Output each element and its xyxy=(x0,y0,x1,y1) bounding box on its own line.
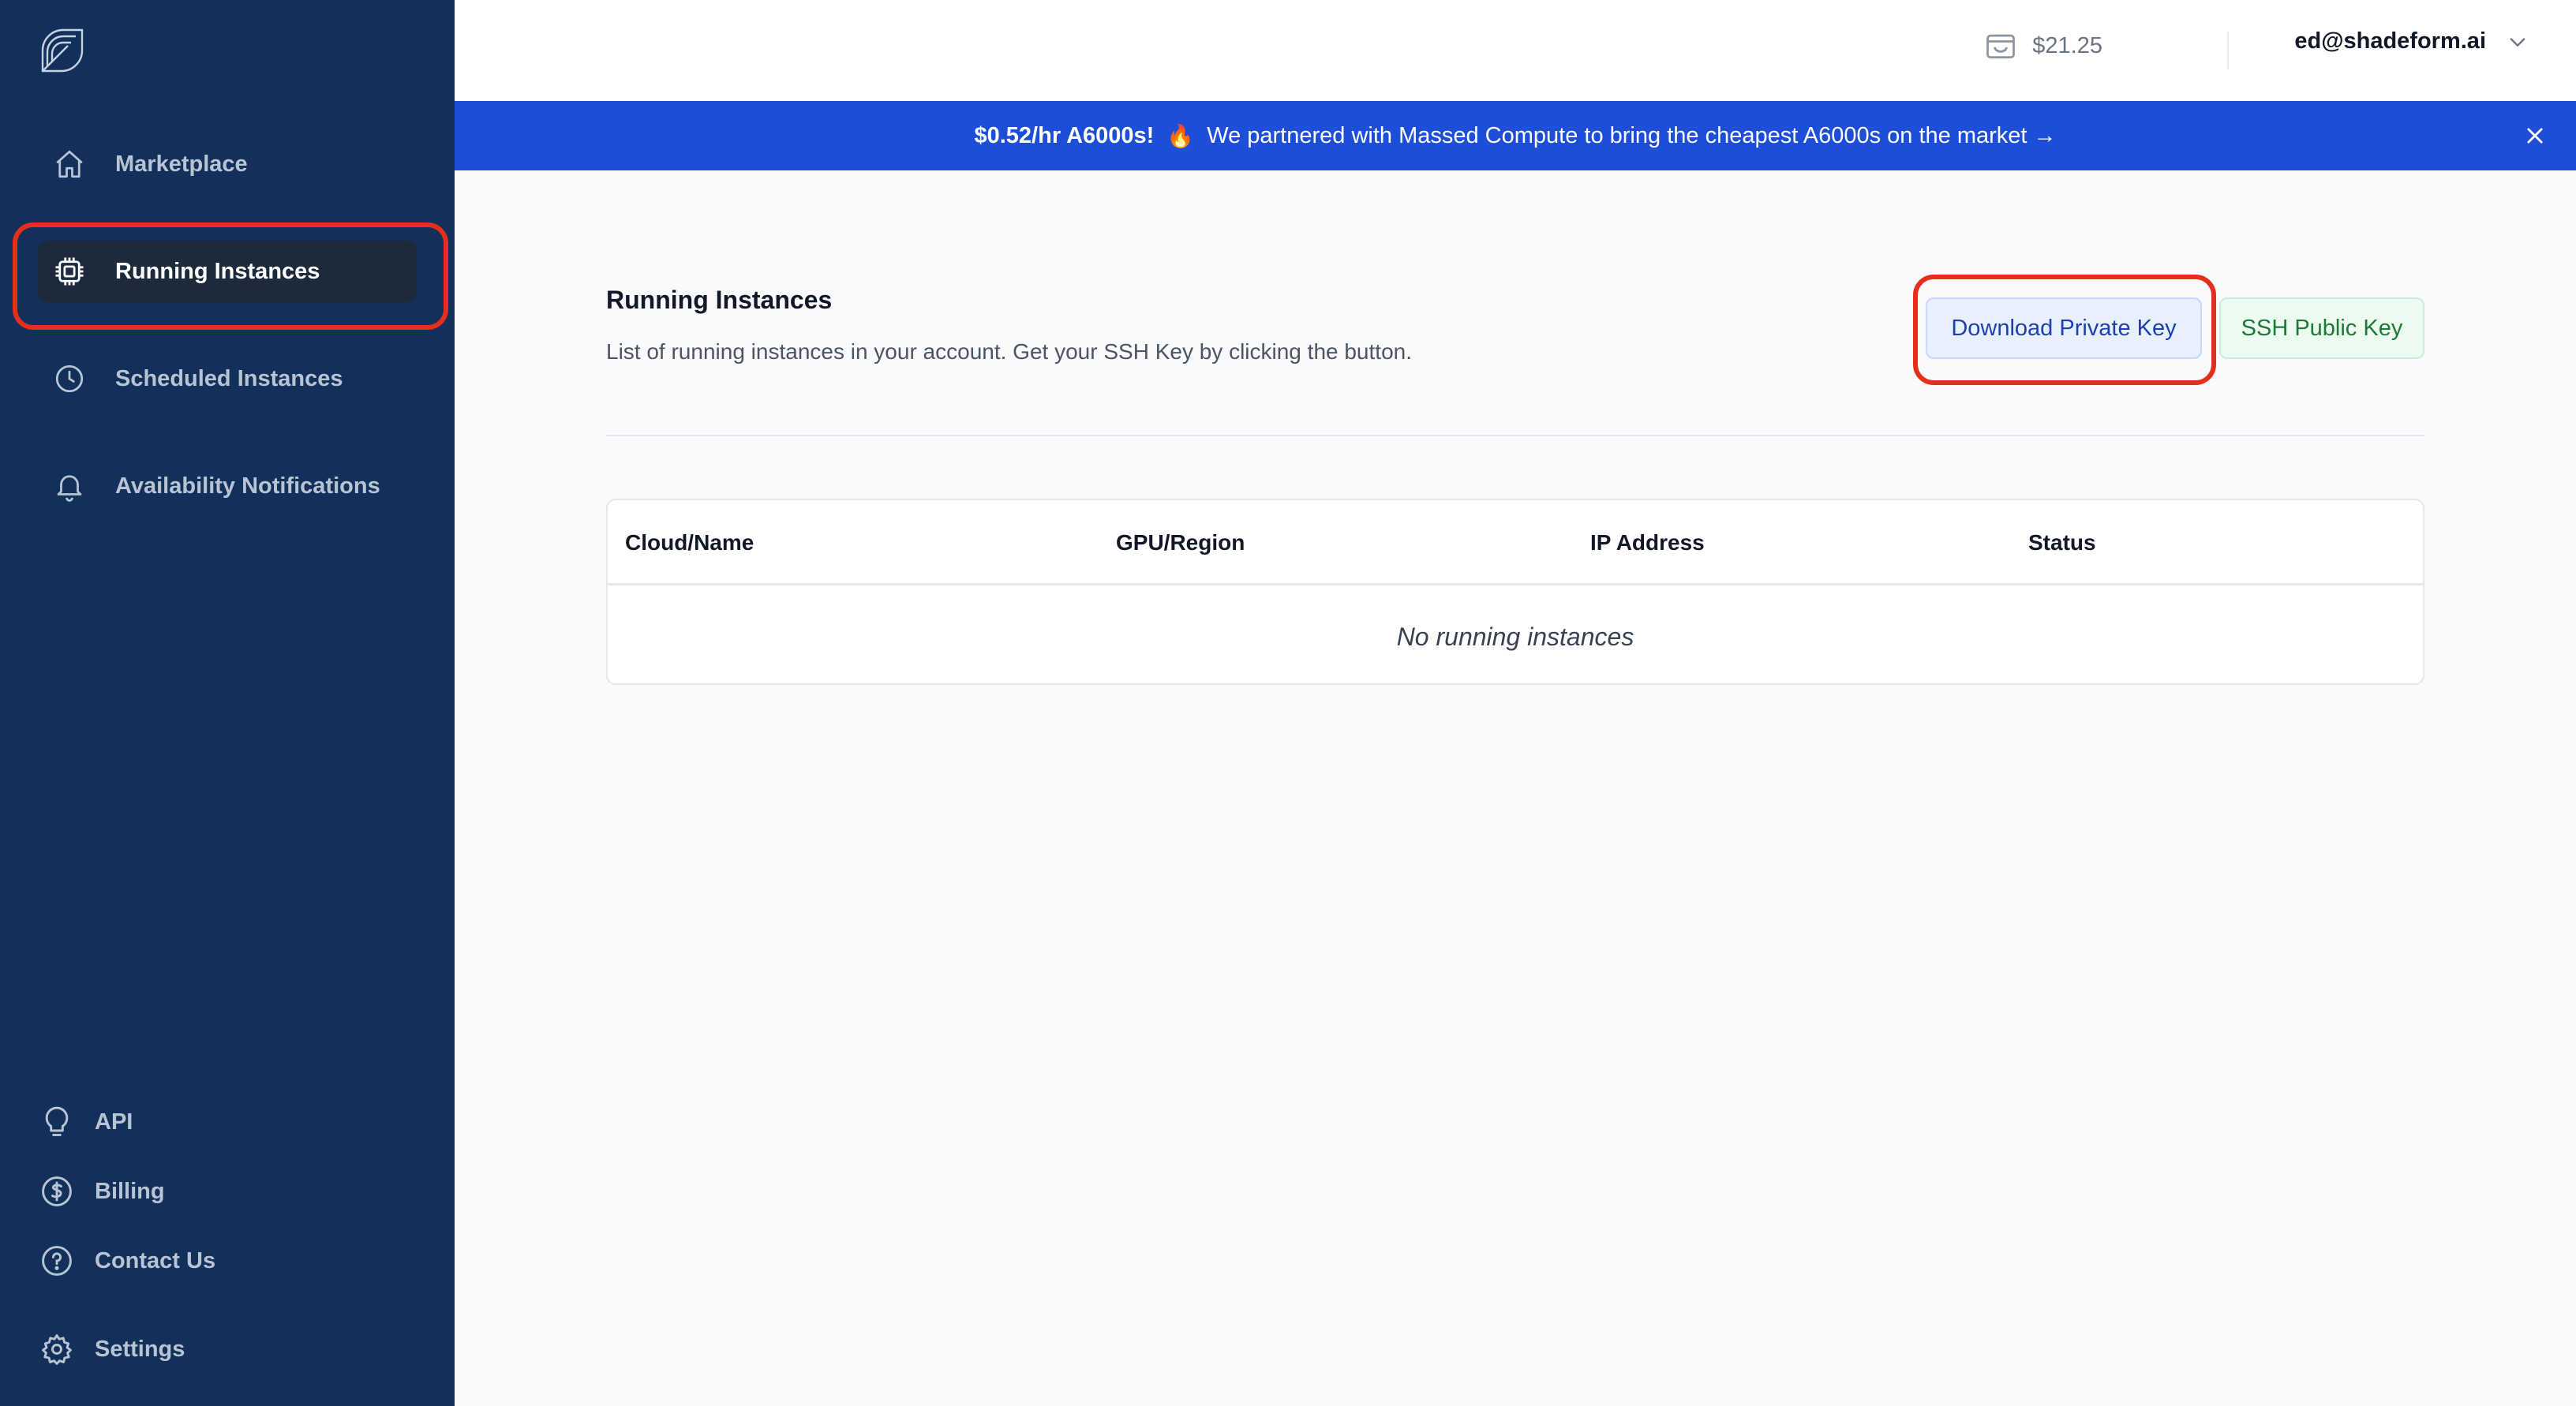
sidebar-item-label: Billing xyxy=(95,1178,165,1204)
banner-message[interactable]: We partnered with Massed Compute to brin… xyxy=(1207,123,2056,149)
close-icon[interactable] xyxy=(2518,118,2552,153)
home-icon xyxy=(38,133,101,195)
sidebar-item-running-instances[interactable]: Running Instances xyxy=(38,241,417,302)
column-header-gpu-region[interactable]: GPU/Region xyxy=(1116,530,1245,555)
instances-table: Cloud/Name GPU/Region IP Address Status … xyxy=(606,499,2424,685)
sidebar: Marketplace Running Instances Scheduled … xyxy=(0,0,455,1406)
user-email: ed@shadeform.ai xyxy=(2294,28,2486,54)
sidebar-item-label: Settings xyxy=(95,1336,185,1362)
sidebar-item-scheduled-instances[interactable]: Scheduled Instances xyxy=(38,348,417,409)
sidebar-item-contact-us[interactable]: Contact Us xyxy=(38,1237,215,1284)
announcement-banner[interactable]: $0.52/hr A6000s! 🔥 We partnered with Mas… xyxy=(455,101,2576,170)
page-description: List of running instances in your accoun… xyxy=(606,339,1412,364)
cpu-chip-icon xyxy=(38,241,101,302)
account-balance: $21.25 xyxy=(1983,28,2102,63)
column-header-cloud-name[interactable]: Cloud/Name xyxy=(625,530,754,555)
sidebar-item-label: Marketplace xyxy=(115,151,248,177)
section-divider xyxy=(606,435,2424,436)
shadeform-logo-icon[interactable] xyxy=(36,27,87,77)
sidebar-item-marketplace[interactable]: Marketplace xyxy=(38,133,417,195)
dollar-circle-icon xyxy=(38,1172,76,1210)
sidebar-item-label: Scheduled Instances xyxy=(115,365,343,391)
download-private-key-button[interactable]: Download Private Key xyxy=(1926,297,2202,359)
top-header: $21.25 ed@shadeform.ai xyxy=(455,0,2576,101)
gear-icon xyxy=(38,1330,76,1368)
sidebar-item-availability-notifications[interactable]: Availability Notifications xyxy=(38,455,417,517)
page-title: Running Instances xyxy=(606,286,833,314)
column-header-ip-address[interactable]: IP Address xyxy=(1590,530,1705,555)
lightbulb-icon xyxy=(38,1103,76,1141)
ssh-public-key-button[interactable]: SSH Public Key xyxy=(2219,297,2424,359)
sidebar-item-label: Running Instances xyxy=(115,258,320,284)
sidebar-item-api[interactable]: API xyxy=(38,1098,133,1146)
column-header-status[interactable]: Status xyxy=(2028,530,2096,555)
sidebar-item-billing[interactable]: Billing xyxy=(38,1168,165,1215)
bell-icon xyxy=(38,455,101,517)
fire-icon: 🔥 xyxy=(1166,123,1195,148)
chevron-down-icon xyxy=(2507,31,2529,53)
balance-amount: $21.25 xyxy=(2032,32,2102,58)
table-header: Cloud/Name GPU/Region IP Address Status xyxy=(608,500,2423,585)
empty-state-message: No running instances xyxy=(1396,623,1634,651)
clock-icon xyxy=(38,348,101,409)
user-menu[interactable]: ed@shadeform.ai xyxy=(2294,28,2529,54)
banner-price: $0.52/hr A6000s! xyxy=(974,122,1155,148)
wallet-icon xyxy=(1983,28,2018,63)
question-circle-icon xyxy=(38,1242,76,1280)
header-divider xyxy=(2227,32,2229,69)
sidebar-item-settings[interactable]: Settings xyxy=(38,1326,185,1373)
sidebar-item-label: Availability Notifications xyxy=(115,473,380,499)
sidebar-item-label: Contact Us xyxy=(95,1247,216,1273)
sidebar-item-label: API xyxy=(95,1109,133,1135)
